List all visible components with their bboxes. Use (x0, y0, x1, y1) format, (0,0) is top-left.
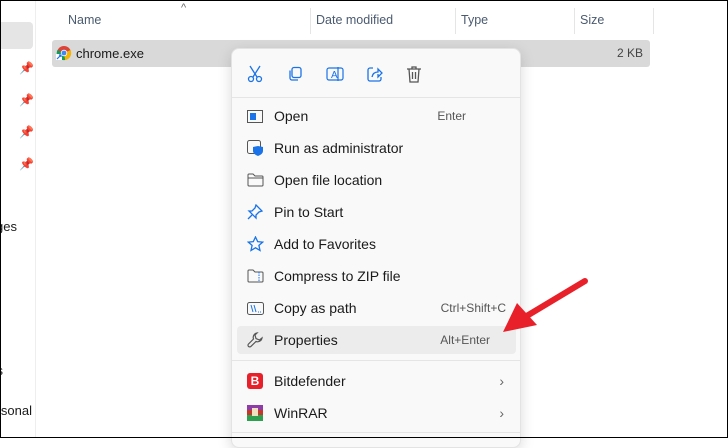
menu-item-label: Compress to ZIP file (274, 268, 401, 284)
winrar-icon (246, 404, 264, 422)
pin-icon (246, 203, 264, 221)
menu-item-label: Run as administrator (274, 140, 404, 156)
menu-item-label: Pin to Start (274, 204, 344, 220)
navigation-pane: 📌 📌 📌 📌 ges s rsonal (0, 0, 36, 438)
folder-icon (246, 171, 264, 189)
nav-item[interactable]: s (0, 363, 3, 378)
menu-item-run-as-administrator[interactable]: Run as administrator (237, 134, 516, 162)
menu-item-bitdefender[interactable]: B Bitdefender › (237, 367, 516, 395)
shield-icon (246, 139, 264, 157)
file-size: 2 KB (616, 46, 643, 60)
column-header-size[interactable]: Size (580, 13, 604, 27)
open-icon (246, 107, 264, 125)
column-divider[interactable] (310, 8, 311, 34)
bitdefender-icon: B (246, 372, 264, 390)
menu-item-open-file-location[interactable]: Open file location (237, 166, 516, 194)
menu-separator (232, 360, 520, 361)
wrench-icon (246, 331, 264, 349)
annotation-arrow (503, 278, 588, 332)
chevron-right-icon: › (499, 405, 504, 421)
path-icon (246, 299, 264, 317)
menu-item-winrar[interactable]: WinRAR › (237, 399, 516, 427)
nav-selected-item[interactable] (0, 22, 33, 49)
svg-text:A: A (331, 70, 338, 81)
menu-item-copy-as-path[interactable]: Copy as path Ctrl+Shift+C (237, 294, 516, 322)
column-divider[interactable] (455, 8, 456, 34)
pin-icon: 📌 (19, 157, 34, 171)
star-icon (246, 235, 264, 253)
menu-item-label: WinRAR (274, 405, 328, 421)
nav-item[interactable]: rsonal (0, 403, 32, 418)
context-menu: A Open Enter Run as administrator Open f… (231, 48, 521, 448)
rename-icon[interactable]: A (324, 63, 346, 85)
shortcut-text: Alt+Enter (440, 333, 490, 347)
file-name: chrome.exe (76, 46, 144, 61)
nav-item[interactable]: ges (0, 219, 17, 234)
menu-item-pin-to-start[interactable]: Pin to Start (237, 198, 516, 226)
pin-icon: 📌 (19, 61, 34, 75)
sort-ascending-icon: ^ (181, 2, 187, 14)
menu-item-label: Properties (274, 332, 338, 348)
column-header-date[interactable]: Date modified (316, 13, 393, 27)
menu-separator (232, 432, 520, 433)
share-icon[interactable] (364, 63, 386, 85)
menu-item-open[interactable]: Open Enter (237, 102, 516, 130)
menu-item-label: Bitdefender (274, 373, 346, 389)
menu-item-add-to-favorites[interactable]: Add to Favorites (237, 230, 516, 258)
column-divider[interactable] (653, 8, 654, 34)
column-header-name[interactable]: Name (68, 13, 101, 27)
pin-icon: 📌 (19, 93, 34, 107)
menu-item-compress-to-zip[interactable]: Compress to ZIP file (237, 262, 516, 290)
menu-separator (232, 97, 520, 98)
cut-icon[interactable] (244, 63, 266, 85)
menu-item-label: Add to Favorites (274, 236, 376, 252)
menu-item-label: Copy as path (274, 300, 357, 316)
zip-icon (246, 267, 264, 285)
shortcut-text: Enter (437, 109, 466, 123)
column-header-type[interactable]: Type (461, 13, 488, 27)
menu-item-label: Open file location (274, 172, 383, 188)
copy-icon[interactable] (284, 63, 306, 85)
pin-icon: 📌 (19, 125, 34, 139)
delete-icon[interactable] (403, 63, 425, 85)
chevron-right-icon: › (499, 373, 504, 389)
chrome-icon (56, 46, 72, 61)
menu-item-properties[interactable]: Properties Alt+Enter (237, 326, 516, 354)
menu-item-label: Open (274, 108, 309, 124)
column-divider[interactable] (574, 8, 575, 34)
